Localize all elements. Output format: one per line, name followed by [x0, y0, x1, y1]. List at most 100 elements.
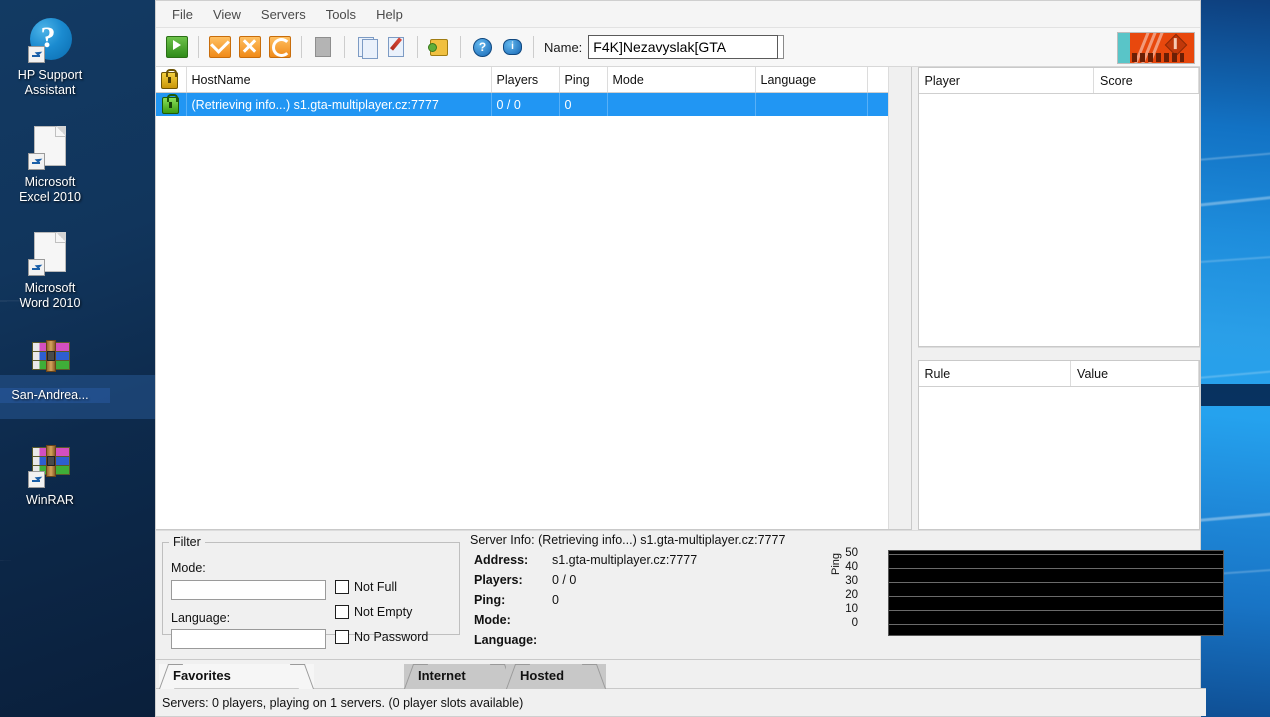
ping-graph-ytick: 50 [845, 547, 858, 559]
desktop-icon-label: WinRAR [26, 493, 74, 507]
column-header-lock[interactable] [156, 67, 187, 93]
status-text: Servers: 0 players, playing on 1 servers… [162, 695, 524, 710]
wallpaper-streak [1200, 254, 1270, 264]
question-circle-icon: ? [473, 38, 492, 57]
add-server-button[interactable] [208, 34, 232, 59]
name-label: Name: [544, 39, 583, 55]
hp-support-icon: ? [27, 18, 73, 64]
server-list-pane: HostName Players Ping Mode Language (Ret… [156, 67, 912, 530]
menu-item-file[interactable]: File [162, 3, 203, 26]
desktop-icon-san-andreas[interactable]: San-Andrea... [0, 338, 110, 403]
samp-client-window: File View Servers Tools Help ? i Name: F… [155, 0, 1224, 717]
status-bar: Servers: 0 players, playing on 1 servers… [156, 688, 1206, 716]
column-header-rule[interactable]: Rule [918, 361, 1072, 387]
new-page-button[interactable] [311, 35, 335, 59]
toolbar-separator [301, 36, 302, 58]
desktop-icon-label: San-Andrea... [0, 388, 110, 403]
edit-button[interactable] [384, 35, 408, 59]
column-header-mode[interactable]: Mode [607, 67, 756, 93]
play-connect-button[interactable] [165, 35, 189, 59]
column-header-score[interactable]: Score [1093, 68, 1199, 94]
column-header-hostname[interactable]: HostName [186, 67, 492, 93]
row-lock-cell [156, 92, 187, 116]
server-list-table: HostName Players Ping Mode Language (Ret… [156, 67, 889, 116]
column-header-language[interactable]: Language [755, 67, 868, 93]
filter-no-password-checkbox[interactable]: No Password [335, 630, 428, 644]
rules-panel: Rule Value [917, 360, 1200, 530]
checkbox-label: Not Empty [354, 605, 413, 619]
winrar-shortcut-icon [27, 443, 73, 489]
players-header-row: Player Score [918, 68, 1199, 94]
rules-table: Rule Value [918, 361, 1199, 387]
wallpaper-band [1200, 384, 1270, 406]
wallpaper-streak [1200, 193, 1270, 208]
table-row[interactable]: (Retrieving info...) s1.gta-multiplayer.… [156, 92, 889, 116]
column-header-players[interactable]: Players [491, 67, 560, 93]
delete-server-button[interactable] [238, 35, 262, 59]
ping-graph-ytick: 20 [845, 589, 858, 601]
filter-mode-label: Mode: [171, 561, 206, 575]
lock-icon [162, 94, 180, 114]
players-panel: Player Score [917, 67, 1200, 347]
tab-hosted[interactable]: Hosted [506, 664, 606, 689]
filter-language-label: Language: [171, 611, 231, 625]
desktop-icon-winrar[interactable]: WinRAR [0, 443, 110, 508]
ping-graph-ytick: 40 [845, 561, 858, 573]
menu-item-tools[interactable]: Tools [316, 3, 366, 26]
winrar-archive-icon [27, 338, 73, 384]
desktop-icon-label: Microsoft Word 2010 [19, 281, 81, 310]
main-split: HostName Players Ping Mode Language (Ret… [156, 67, 1200, 530]
help-button[interactable]: ? [470, 35, 494, 59]
players-table: Player Score [918, 68, 1199, 94]
excel-shortcut-icon [27, 125, 73, 171]
menu-bar: File View Servers Tools Help [156, 1, 1200, 28]
server-info-address-label: Address: [474, 553, 529, 567]
puzzle-icon [428, 39, 448, 56]
menu-item-servers[interactable]: Servers [251, 3, 316, 26]
refresh-button[interactable] [268, 35, 292, 59]
column-header-value[interactable]: Value [1070, 361, 1199, 387]
filter-mode-input[interactable] [171, 580, 326, 600]
column-header-filler [867, 67, 889, 93]
details-pane: Player Score Rule Value [917, 67, 1200, 530]
desktop-icon-microsoft-excel-2010[interactable]: Microsoft Excel 2010 [0, 125, 110, 205]
toolbar-separator [417, 36, 418, 58]
ping-graph: Ping 50 40 30 20 10 0 [824, 547, 1224, 637]
page-icon [315, 37, 331, 57]
filter-not-empty-checkbox[interactable]: Not Empty [335, 605, 412, 619]
server-info-mode-label: Mode: [474, 613, 511, 627]
menu-item-help[interactable]: Help [366, 3, 413, 26]
samp-logo [1117, 32, 1195, 64]
bottom-panel: Filter Mode: Language: Not Full Not Empt… [156, 530, 1224, 653]
about-button[interactable]: i [500, 35, 524, 59]
details-splitter[interactable] [917, 347, 1200, 360]
nickname-input-extra [778, 35, 785, 59]
server-info-title: Server Info: (Retrieving info...) s1.gta… [470, 533, 786, 547]
row-ping: 0 [559, 92, 608, 116]
filter-not-full-checkbox[interactable]: Not Full [335, 580, 397, 594]
toolbar-separator [533, 36, 534, 58]
desktop-icon-hp-support-assistant[interactable]: ? HP Support Assistant [0, 18, 110, 98]
plugins-button[interactable] [427, 35, 451, 59]
lock-icon [161, 69, 178, 89]
desktop-icon-microsoft-word-2010[interactable]: Microsoft Word 2010 [0, 231, 110, 311]
row-language [755, 92, 868, 116]
filter-group: Filter Mode: Language: Not Full Not Empt… [162, 535, 460, 649]
filter-language-input[interactable] [171, 629, 326, 649]
tab-favorites[interactable]: Favorites [159, 664, 314, 689]
refresh-icon [272, 38, 291, 57]
column-header-player[interactable]: Player [918, 68, 1095, 94]
word-shortcut-icon [27, 231, 73, 277]
tab-internet[interactable]: Internet [404, 664, 514, 689]
copy-button[interactable] [354, 35, 378, 59]
server-info-language-label: Language: [474, 633, 538, 647]
toolbar-separator [198, 36, 199, 58]
wallpaper-streak [1200, 368, 1270, 380]
wallpaper-streak [1200, 150, 1270, 162]
column-header-ping[interactable]: Ping [559, 67, 608, 93]
server-info-ping-label: Ping: [474, 593, 506, 607]
server-list-scrollbar[interactable] [887, 67, 911, 529]
nickname-input[interactable] [588, 35, 779, 59]
row-filler [867, 92, 889, 116]
menu-item-view[interactable]: View [203, 3, 251, 26]
